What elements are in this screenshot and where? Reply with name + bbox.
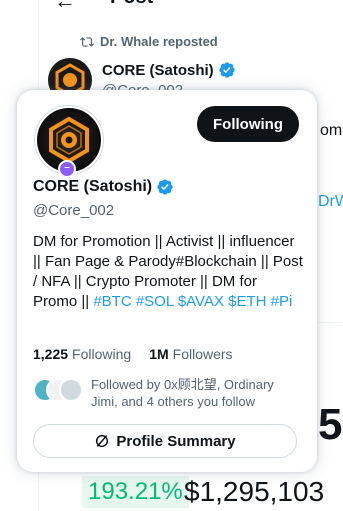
big-number: 5 bbox=[318, 400, 343, 449]
author-name[interactable]: CORE (Satoshi) bbox=[102, 61, 236, 79]
followers-stat[interactable]: 1M Followers bbox=[149, 346, 232, 362]
avatar-badge-icon: – bbox=[58, 160, 76, 178]
partial-text: om bbox=[320, 122, 343, 139]
page-title: Post bbox=[110, 0, 153, 9]
followers-count: 1M bbox=[149, 346, 169, 362]
core-logo-icon bbox=[49, 116, 89, 164]
avatar bbox=[59, 378, 83, 402]
hovercard-name[interactable]: CORE (Satoshi) bbox=[33, 178, 174, 196]
hovercard-handle: @Core_002 bbox=[33, 202, 115, 219]
followed-by-text: Followed by 0x顾北望, Ordinary Jimi, and 4 … bbox=[91, 377, 274, 409]
grok-summary-icon bbox=[96, 434, 109, 448]
following-stat[interactable]: 1,225 Following bbox=[33, 346, 131, 362]
bio-tag[interactable]: #BTC bbox=[93, 293, 131, 310]
repost-text: Dr. Whale reposted bbox=[100, 34, 218, 49]
percent-change: 193.21% bbox=[82, 476, 189, 508]
profile-summary-button[interactable]: Profile Summary bbox=[33, 424, 297, 458]
profile-summary-label: Profile Summary bbox=[116, 432, 236, 450]
following-button[interactable]: Following bbox=[197, 106, 299, 142]
repost-icon bbox=[80, 36, 94, 47]
bio-tag[interactable]: $AVAX bbox=[178, 293, 224, 310]
bio-tag[interactable]: $ETH bbox=[228, 293, 266, 310]
verified-badge-icon bbox=[157, 179, 173, 195]
profile-hover-card: – Following CORE (Satoshi) @Core_002 DM … bbox=[17, 90, 317, 472]
followers-label: Followers bbox=[172, 346, 233, 362]
divider bbox=[318, 322, 343, 323]
repost-indicator: Dr. Whale reposted bbox=[80, 34, 218, 49]
followers-you-know-avatars bbox=[33, 376, 83, 402]
partial-link[interactable]: DrW bbox=[318, 193, 343, 211]
bio-tag[interactable]: #Pi bbox=[271, 293, 293, 310]
back-arrow-icon[interactable]: ← bbox=[54, 0, 76, 14]
verified-badge-icon bbox=[219, 62, 235, 78]
follow-stats: 1,225 Following 1M Followers bbox=[33, 346, 233, 362]
hovercard-bio: DM for Promotion || Activist || influenc… bbox=[33, 232, 305, 312]
bio-tag[interactable]: #SOL bbox=[136, 293, 174, 310]
price-value: $1,295,103 bbox=[184, 476, 325, 507]
following-count: 1,225 bbox=[33, 346, 69, 362]
followed-by-row[interactable]: Followed by 0x顾北望, Ordinary Jimi, and 4 … bbox=[33, 376, 303, 410]
following-label: Following bbox=[72, 346, 132, 362]
